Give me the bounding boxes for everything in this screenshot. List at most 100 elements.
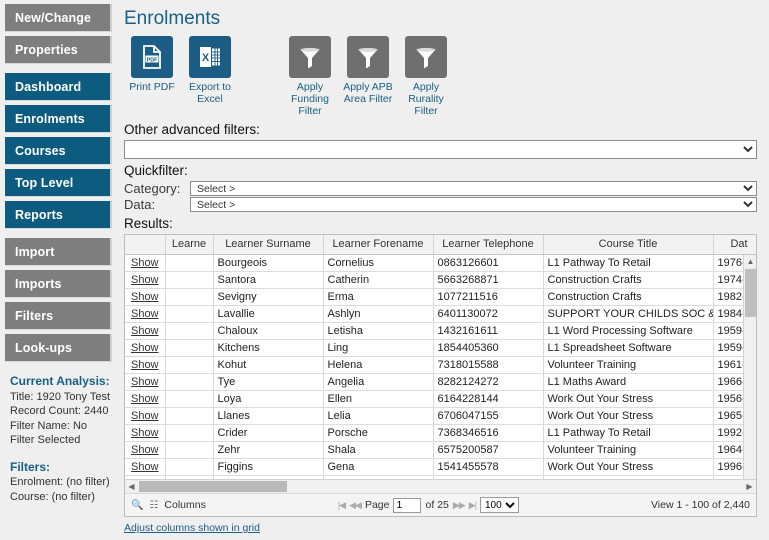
toolbar-button-apply-funding-filter[interactable]: Apply Funding Filter <box>282 36 338 117</box>
sidebar-item-label: Import <box>15 245 55 259</box>
table-row[interactable]: ShowLlanesLelia6706047155Work Out Your S… <box>125 407 756 424</box>
show-row-link[interactable]: Show <box>131 342 159 354</box>
table-row[interactable]: Show SevignyErma1077211516Construction Cr… <box>125 288 756 305</box>
cell-show: Show <box>125 322 165 339</box>
results-table: LearneLearner SurnameLearner ForenameLea… <box>125 235 756 493</box>
sidebar-item-look-ups[interactable]: Look-ups <box>5 334 112 362</box>
cell-course: L1 Spreadsheet Software <box>543 339 713 356</box>
first-page-icon[interactable]: |◀ <box>338 500 345 511</box>
table-row[interactable]: ShowCriderPorsche7368346516L1 Pathway To… <box>125 424 756 441</box>
table-row[interactable]: ShowKitchensLing1854405360L1 Spreadsheet… <box>125 339 756 356</box>
sidebar-item-dashboard[interactable]: Dashboard <box>5 73 112 101</box>
table-row[interactable]: ShowSantoraCatherin5663268871Constructio… <box>125 271 756 288</box>
current-analysis-filter-name: Filter Name: No Filter Selected <box>10 419 112 448</box>
table-row[interactable]: ShowLoyaEllen6164228144Work Out Your Str… <box>125 390 756 407</box>
sidebar-item-courses[interactable]: Courses <box>5 137 112 165</box>
cell-forename: Angelia <box>323 373 433 390</box>
cell-forename: Gena <box>323 458 433 475</box>
cell-show: Show <box>125 288 165 305</box>
cell-telephone: 1077211516 <box>433 288 543 305</box>
quickfilter-category-row: Category: Select > <box>124 181 757 196</box>
sidebar-item-enrolments[interactable]: Enrolments <box>5 105 112 133</box>
page-number-input[interactable] <box>393 498 421 513</box>
table-row[interactable]: ShowLavallieAshlyn6401130072SUPPORT YOUR… <box>125 305 756 322</box>
cell-learner_id <box>165 424 213 441</box>
last-page-icon[interactable]: ▶| <box>469 500 476 511</box>
show-row-link[interactable]: Show <box>131 308 159 320</box>
show-row-link[interactable]: Show <box>131 444 159 456</box>
cell-course: Construction Crafts <box>543 288 713 305</box>
toolbar-button-print-pdf[interactable]: PDFPrint PDF <box>124 36 180 93</box>
sidebar-item-new-change[interactable]: New/Change <box>5 4 112 32</box>
cell-learner_id <box>165 356 213 373</box>
column-header-telephone[interactable]: Learner Telephone <box>433 235 543 254</box>
prev-page-icon[interactable]: ◀◀ <box>349 500 361 511</box>
sidebar-item-imports[interactable]: Imports <box>5 270 112 298</box>
show-row-link[interactable]: Show <box>131 291 159 303</box>
cell-surname: Sevigny <box>213 288 323 305</box>
cell-course: L1 Pathway To Retail <box>543 254 713 271</box>
column-header-course[interactable]: Course Title <box>543 235 713 254</box>
table-row[interactable]: ShowChalouxLetisha1432161611L1 Word Proc… <box>125 322 756 339</box>
cell-forename: Erma <box>323 288 433 305</box>
cell-forename: Catherin <box>323 271 433 288</box>
table-row[interactable]: ShowZehrShala6575200587Volunteer Trainin… <box>125 441 756 458</box>
show-row-link[interactable]: Show <box>131 393 159 405</box>
cell-surname: Tye <box>213 373 323 390</box>
next-page-icon[interactable]: ▶▶ <box>453 500 465 511</box>
grid-horizontal-scrollbar[interactable]: ◀ ▶ <box>125 479 756 493</box>
sidebar-item-filters[interactable]: Filters <box>5 302 112 330</box>
show-row-link[interactable]: Show <box>131 427 159 439</box>
show-row-link[interactable]: Show <box>131 359 159 371</box>
cell-learner_id <box>165 288 213 305</box>
show-row-link[interactable]: Show <box>131 274 159 286</box>
show-row-link[interactable]: Show <box>131 257 159 269</box>
svg-text:X: X <box>202 52 210 64</box>
table-row[interactable]: ShowFigginsGena1541455578Work Out Your S… <box>125 458 756 475</box>
sidebar-item-import[interactable]: Import <box>5 238 112 266</box>
sidebar-item-label: New/Change <box>15 11 91 25</box>
sidebar-item-properties[interactable]: Properties <box>5 36 112 64</box>
main-content: Enrolments PDFPrint PDFXExport to ExcelA… <box>118 0 769 540</box>
show-row-link[interactable]: Show <box>131 410 159 422</box>
column-header-surname[interactable]: Learner Surname <box>213 235 323 254</box>
toolbar-button-apply-apb-area-filter[interactable]: Apply APB Area Filter <box>340 36 396 105</box>
scroll-left-icon[interactable]: ◀ <box>125 480 138 493</box>
show-row-link[interactable]: Show <box>131 325 159 337</box>
grid-vertical-scrollbar[interactable]: ▲ ▼ <box>743 255 756 494</box>
scroll-up-icon[interactable]: ▲ <box>744 255 757 268</box>
table-row[interactable]: ShowBourgeoisCornelius0863126601L1 Pathw… <box>125 254 756 271</box>
cell-show: Show <box>125 458 165 475</box>
advanced-filters-select[interactable] <box>124 140 757 159</box>
table-row[interactable]: ShowKohutHelena7318015588Volunteer Train… <box>125 356 756 373</box>
toolbar-button-apply-rurality-filter[interactable]: Apply Rurality Filter <box>398 36 454 117</box>
cell-forename: Ling <box>323 339 433 356</box>
scroll-right-icon[interactable]: ▶ <box>743 480 756 493</box>
cell-forename: Shala <box>323 441 433 458</box>
show-row-link[interactable]: Show <box>131 376 159 388</box>
quickfilter-data-select[interactable]: Select > <box>190 197 757 212</box>
page-size-select[interactable]: 100 <box>480 497 519 513</box>
sidebar-item-label: Reports <box>15 208 63 222</box>
quickfilter-category-select[interactable]: Select > <box>190 181 757 196</box>
adjust-columns-link[interactable]: Adjust columns shown in grid <box>124 522 260 534</box>
cell-learner_id <box>165 322 213 339</box>
toolbar-button-label: Apply Funding Filter <box>282 81 338 117</box>
table-row[interactable]: ShowTyeAngelia8282124272L1 Maths Award19… <box>125 373 756 390</box>
cell-show: Show <box>125 373 165 390</box>
cell-course: Construction Crafts <box>543 271 713 288</box>
column-header-learner_id[interactable]: Learne <box>165 235 213 254</box>
columns-icon[interactable]: ☷ <box>149 500 158 511</box>
column-header-show[interactable] <box>125 235 165 254</box>
search-icon[interactable]: 🔍 <box>131 500 143 511</box>
column-header-forename[interactable]: Learner Forename <box>323 235 433 254</box>
column-header-date[interactable]: Dat <box>713 235 756 254</box>
columns-label[interactable]: Columns <box>164 499 205 511</box>
cell-show: Show <box>125 254 165 271</box>
sidebar-item-top-level[interactable]: Top Level <box>5 169 112 197</box>
sidebar-item-reports[interactable]: Reports <box>5 201 112 229</box>
toolbar-button-export-to-excel[interactable]: XExport to Excel <box>182 36 238 105</box>
vertical-scroll-thumb[interactable] <box>745 269 756 317</box>
show-row-link[interactable]: Show <box>131 461 159 473</box>
horizontal-scroll-thumb[interactable] <box>139 481 287 492</box>
